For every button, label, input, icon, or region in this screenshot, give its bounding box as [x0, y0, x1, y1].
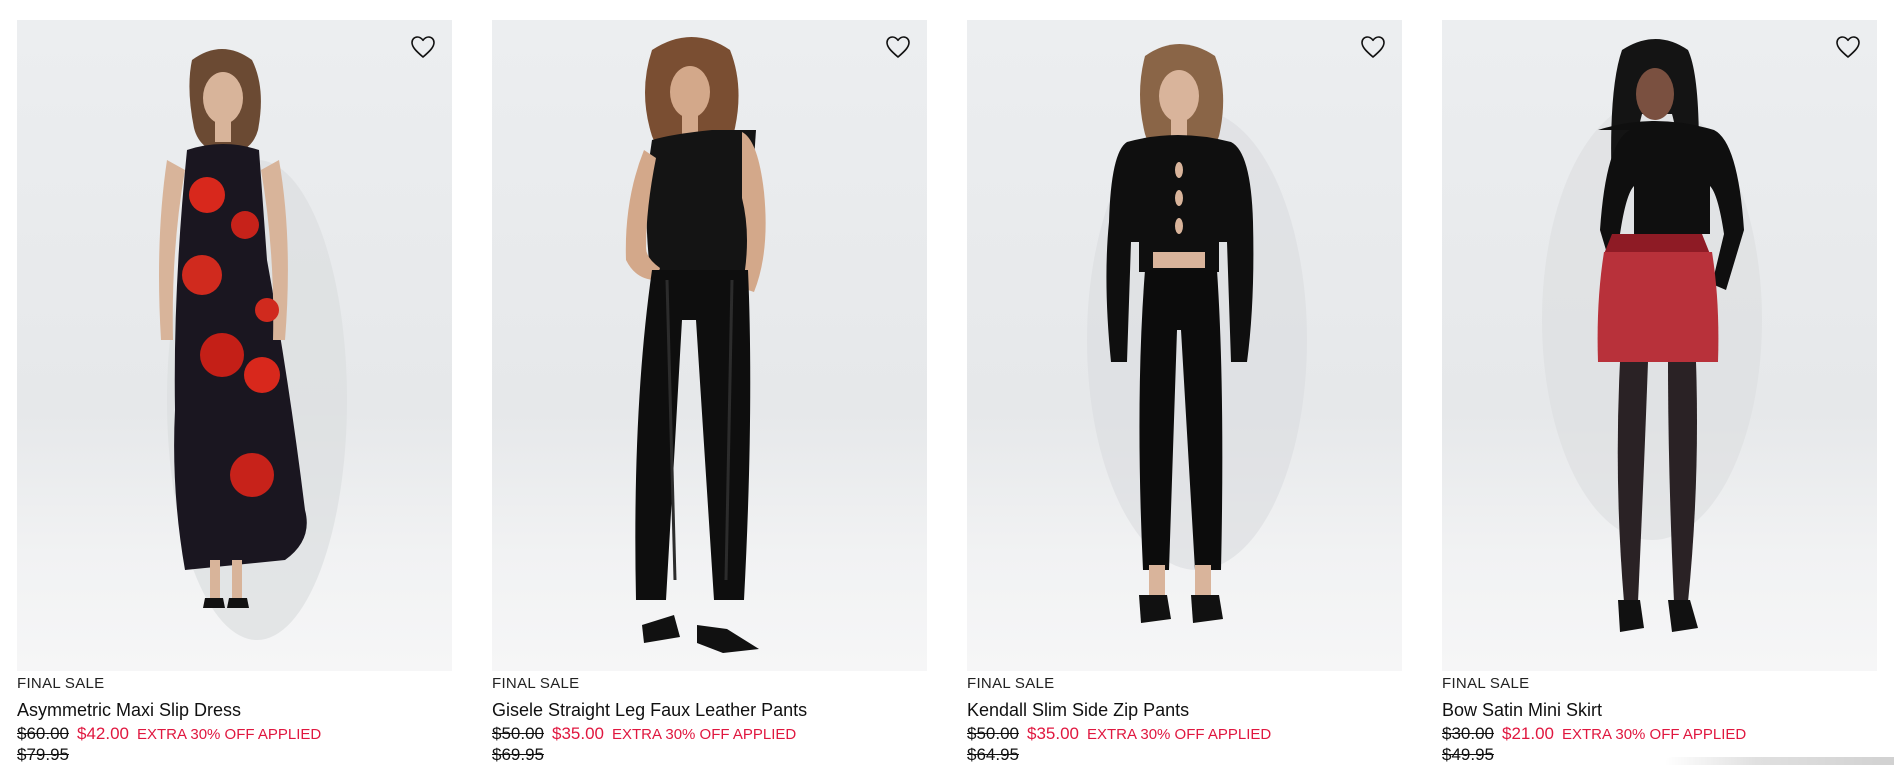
- sale-price: $21.00: [1502, 724, 1554, 743]
- previous-price: $30.00: [1442, 724, 1494, 743]
- wishlist-button[interactable]: [1358, 32, 1388, 62]
- price-row: $50.00 $35.00 EXTRA 30% OFF APPLIED: [967, 723, 1402, 745]
- product-name[interactable]: Asymmetric Maxi Slip Dress: [17, 699, 452, 721]
- product-image[interactable]: [1442, 20, 1877, 671]
- price-row: $60.00 $42.00 EXTRA 30% OFF APPLIED: [17, 723, 452, 745]
- promo-label: EXTRA 30% OFF APPLIED: [1087, 726, 1272, 743]
- heart-outline-icon: [886, 36, 910, 58]
- final-sale-badge: FINAL SALE: [492, 675, 580, 692]
- floating-widget-shadow: [1664, 757, 1894, 765]
- product-photo-dress: [159, 49, 347, 640]
- original-price: $79.95: [17, 745, 69, 764]
- product-image[interactable]: [17, 20, 452, 671]
- product-image[interactable]: [492, 20, 927, 671]
- promo-label: EXTRA 30% OFF APPLIED: [137, 726, 322, 743]
- product-photo-satin-skirt: [1542, 39, 1762, 632]
- product-photo-slim-pants: [1087, 44, 1307, 623]
- previous-price: $50.00: [967, 724, 1019, 743]
- product-name[interactable]: Kendall Slim Side Zip Pants: [967, 699, 1402, 721]
- sale-price: $42.00: [77, 724, 129, 743]
- wishlist-button[interactable]: [883, 32, 913, 62]
- sale-price: $35.00: [552, 724, 604, 743]
- promo-label: EXTRA 30% OFF APPLIED: [612, 726, 797, 743]
- previous-price: $60.00: [17, 724, 69, 743]
- product-card[interactable]: FINAL SALE Gisele Straight Leg Faux Leat…: [492, 20, 927, 765]
- wishlist-button[interactable]: [408, 32, 438, 62]
- price-row: $30.00 $21.00 EXTRA 30% OFF APPLIED: [1442, 723, 1877, 745]
- product-image[interactable]: [967, 20, 1402, 671]
- heart-outline-icon: [411, 36, 435, 58]
- sale-price: $35.00: [1027, 724, 1079, 743]
- product-name[interactable]: Bow Satin Mini Skirt: [1442, 699, 1877, 721]
- heart-outline-icon: [1836, 36, 1860, 58]
- product-name[interactable]: Gisele Straight Leg Faux Leather Pants: [492, 699, 927, 721]
- product-card[interactable]: FINAL SALE Kendall Slim Side Zip Pants $…: [967, 20, 1402, 765]
- final-sale-badge: FINAL SALE: [17, 675, 105, 692]
- wishlist-button[interactable]: [1833, 32, 1863, 62]
- product-grid: FINAL SALE Asymmetric Maxi Slip Dress $6…: [17, 20, 1877, 765]
- product-card[interactable]: FINAL SALE Asymmetric Maxi Slip Dress $6…: [17, 20, 452, 765]
- heart-outline-icon: [1361, 36, 1385, 58]
- original-price: $64.95: [967, 745, 1019, 764]
- product-card[interactable]: FINAL SALE Bow Satin Mini Skirt $30.00 $…: [1442, 20, 1877, 765]
- original-price: $69.95: [492, 745, 544, 764]
- promo-label: EXTRA 30% OFF APPLIED: [1562, 726, 1747, 743]
- previous-price: $50.00: [492, 724, 544, 743]
- price-row: $50.00 $35.00 EXTRA 30% OFF APPLIED: [492, 723, 927, 745]
- final-sale-badge: FINAL SALE: [1442, 675, 1530, 692]
- final-sale-badge: FINAL SALE: [967, 675, 1055, 692]
- product-photo-leather-pants: [625, 37, 766, 653]
